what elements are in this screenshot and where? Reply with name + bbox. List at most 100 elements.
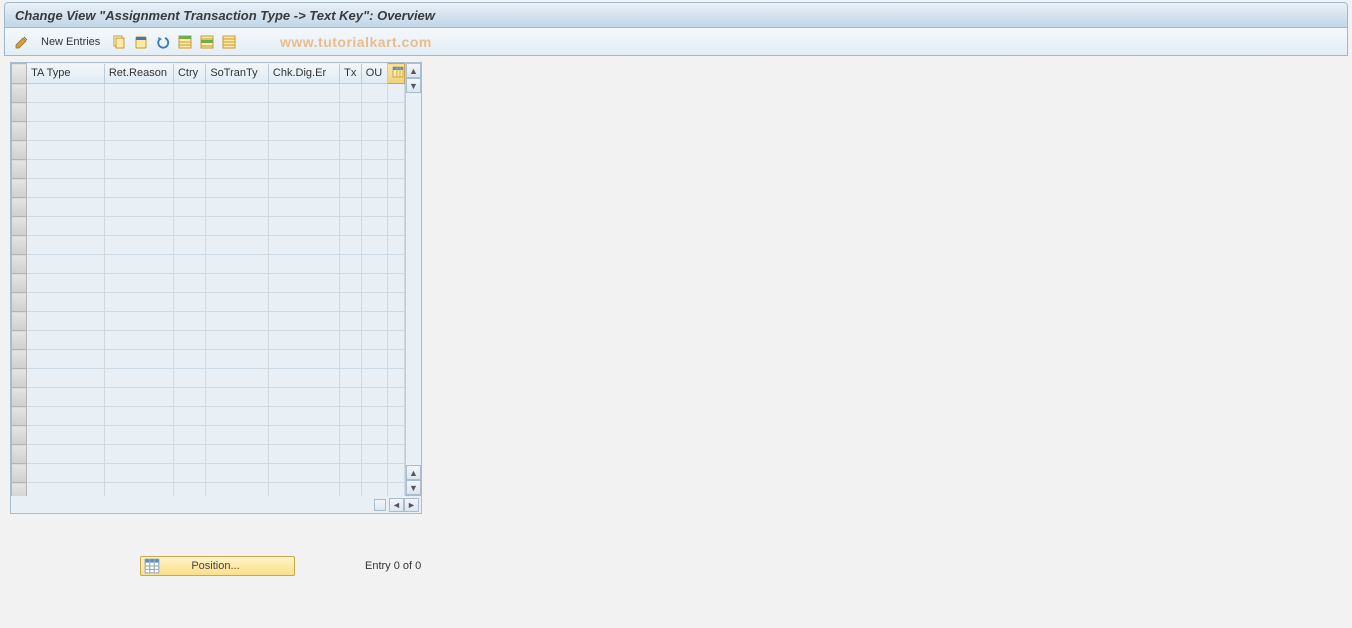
cell-ou[interactable] [361, 312, 387, 331]
cell-tx[interactable] [340, 84, 362, 103]
cell-ou[interactable] [361, 236, 387, 255]
col-header-tx[interactable]: Tx [340, 64, 362, 84]
cell-ctry[interactable] [173, 274, 205, 293]
cell-ret-reason[interactable] [104, 388, 173, 407]
cell-ctry[interactable] [173, 445, 205, 464]
col-header-ctry[interactable]: Ctry [173, 64, 205, 84]
cell-ret-reason[interactable] [104, 312, 173, 331]
cell-chkdiger[interactable] [268, 464, 339, 483]
cell-tx[interactable] [340, 160, 362, 179]
cell-tx[interactable] [340, 464, 362, 483]
table-row[interactable] [12, 464, 405, 483]
cell-ret-reason[interactable] [104, 141, 173, 160]
cell-sotranty[interactable] [206, 198, 269, 217]
row-selector[interactable] [12, 141, 27, 160]
cell-chkdiger[interactable] [268, 84, 339, 103]
cell-ret-reason[interactable] [104, 217, 173, 236]
cell-ret-reason[interactable] [104, 122, 173, 141]
cell-ctry[interactable] [173, 84, 205, 103]
cell-tx[interactable] [340, 217, 362, 236]
cell-tx[interactable] [340, 179, 362, 198]
cell-tx[interactable] [340, 350, 362, 369]
cell-sotranty[interactable] [206, 312, 269, 331]
cell-ou[interactable] [361, 255, 387, 274]
cell-ta-type[interactable] [27, 312, 105, 331]
cell-chkdiger[interactable] [268, 103, 339, 122]
table-row[interactable] [12, 103, 405, 122]
cell-ta-type[interactable] [27, 464, 105, 483]
cell-ctry[interactable] [173, 141, 205, 160]
table-row[interactable] [12, 236, 405, 255]
cell-sotranty[interactable] [206, 236, 269, 255]
delete-icon[interactable] [132, 33, 150, 51]
scroll-track[interactable] [406, 93, 421, 465]
cell-sotranty[interactable] [206, 141, 269, 160]
cell-ctry[interactable] [173, 331, 205, 350]
cell-chkdiger[interactable] [268, 312, 339, 331]
cell-sotranty[interactable] [206, 160, 269, 179]
cell-ou[interactable] [361, 103, 387, 122]
cell-sotranty[interactable] [206, 350, 269, 369]
col-header-sotranty[interactable]: SoTranTy [206, 64, 269, 84]
horizontal-scrollbar[interactable]: ◄ ► [10, 496, 422, 514]
col-header-ou[interactable]: OU [361, 64, 387, 84]
cell-chkdiger[interactable] [268, 141, 339, 160]
table-row[interactable] [12, 255, 405, 274]
cell-ret-reason[interactable] [104, 179, 173, 198]
cell-ou[interactable] [361, 84, 387, 103]
cell-tx[interactable] [340, 255, 362, 274]
cell-ta-type[interactable] [27, 274, 105, 293]
cell-sotranty[interactable] [206, 464, 269, 483]
cell-ctry[interactable] [173, 179, 205, 198]
cell-ta-type[interactable] [27, 217, 105, 236]
cell-sotranty[interactable] [206, 103, 269, 122]
cell-ret-reason[interactable] [104, 274, 173, 293]
cell-ou[interactable] [361, 350, 387, 369]
cell-ou[interactable] [361, 369, 387, 388]
table-row[interactable] [12, 122, 405, 141]
table-row[interactable] [12, 445, 405, 464]
cell-ta-type[interactable] [27, 388, 105, 407]
cell-ctry[interactable] [173, 255, 205, 274]
cell-sotranty[interactable] [206, 445, 269, 464]
cell-ou[interactable] [361, 179, 387, 198]
row-selector[interactable] [12, 331, 27, 350]
table-row[interactable] [12, 141, 405, 160]
cell-ret-reason[interactable] [104, 407, 173, 426]
cell-tx[interactable] [340, 103, 362, 122]
table-row[interactable] [12, 312, 405, 331]
cell-ret-reason[interactable] [104, 160, 173, 179]
row-selector[interactable] [12, 445, 27, 464]
cell-tx[interactable] [340, 141, 362, 160]
cell-tx[interactable] [340, 293, 362, 312]
cell-chkdiger[interactable] [268, 255, 339, 274]
cell-ou[interactable] [361, 464, 387, 483]
cell-tx[interactable] [340, 312, 362, 331]
cell-ta-type[interactable] [27, 255, 105, 274]
cell-tx[interactable] [340, 445, 362, 464]
cell-ret-reason[interactable] [104, 331, 173, 350]
col-header-ta-type[interactable]: TA Type [27, 64, 105, 84]
table-row[interactable] [12, 407, 405, 426]
new-entries-button[interactable]: New Entries [35, 34, 106, 50]
cell-ou[interactable] [361, 141, 387, 160]
scroll-down-icon[interactable]: ▲ [406, 465, 421, 480]
cell-tx[interactable] [340, 426, 362, 445]
cell-ta-type[interactable] [27, 236, 105, 255]
cell-ctry[interactable] [173, 312, 205, 331]
cell-sotranty[interactable] [206, 426, 269, 445]
cell-chkdiger[interactable] [268, 293, 339, 312]
row-selector[interactable] [12, 179, 27, 198]
cell-ta-type[interactable] [27, 198, 105, 217]
select-block-icon[interactable] [198, 33, 216, 51]
table-settings-icon[interactable] [387, 64, 404, 84]
cell-ret-reason[interactable] [104, 198, 173, 217]
cell-sotranty[interactable] [206, 217, 269, 236]
cell-ret-reason[interactable] [104, 84, 173, 103]
table-row[interactable] [12, 331, 405, 350]
cell-ou[interactable] [361, 274, 387, 293]
cell-sotranty[interactable] [206, 255, 269, 274]
row-selector[interactable] [12, 122, 27, 141]
scroll-bottom-icon[interactable]: ▼ [406, 480, 421, 495]
row-selector[interactable] [12, 84, 27, 103]
